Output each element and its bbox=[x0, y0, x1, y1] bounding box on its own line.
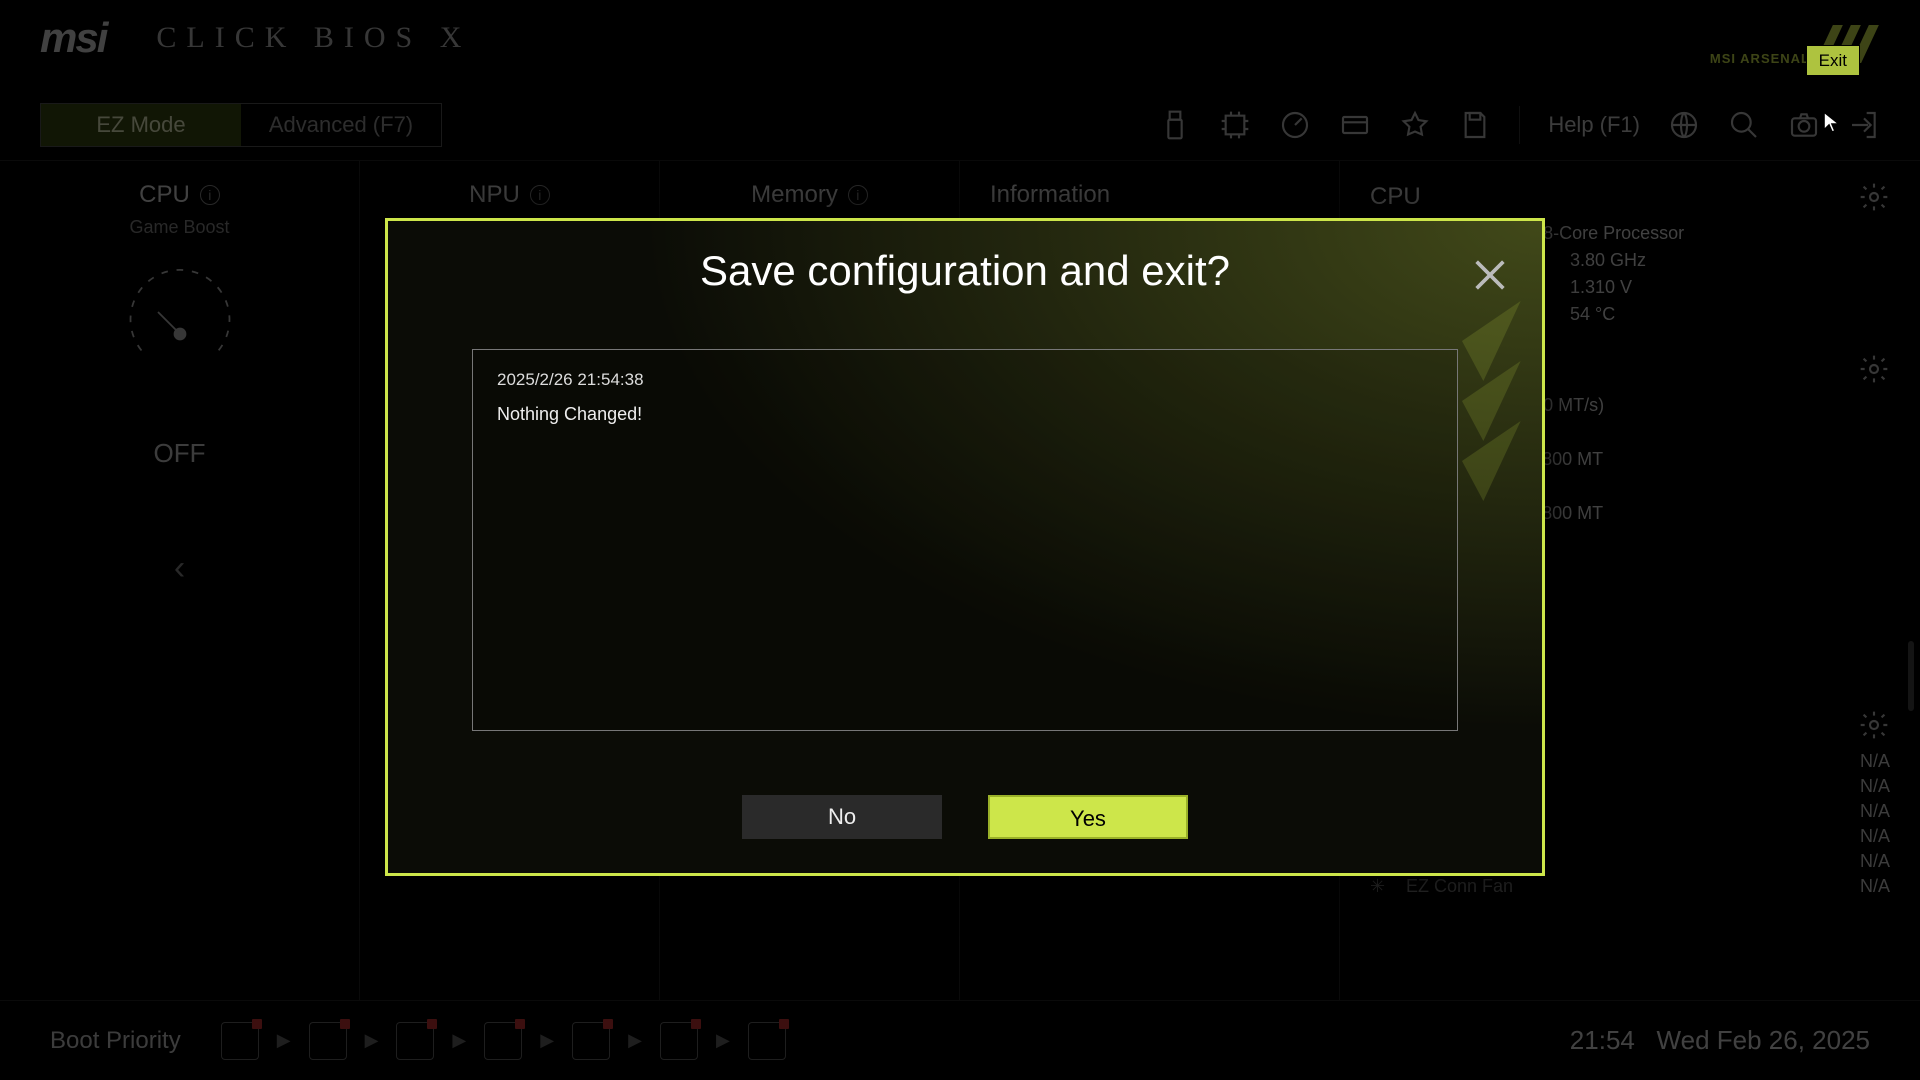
dialog-timestamp: 2025/2/26 21:54:38 bbox=[497, 368, 1433, 392]
save-exit-dialog: Save configuration and exit? 2025/2/26 2… bbox=[385, 218, 1545, 876]
no-button[interactable]: No bbox=[742, 795, 942, 839]
dialog-changes-box: 2025/2/26 21:54:38 Nothing Changed! bbox=[472, 349, 1458, 731]
close-icon[interactable] bbox=[1470, 255, 1510, 295]
dialog-buttons: No Yes bbox=[388, 795, 1542, 839]
dialog-message: Nothing Changed! bbox=[497, 402, 1433, 427]
dialog-title: Save configuration and exit? bbox=[388, 247, 1542, 295]
yes-button[interactable]: Yes bbox=[988, 795, 1188, 839]
